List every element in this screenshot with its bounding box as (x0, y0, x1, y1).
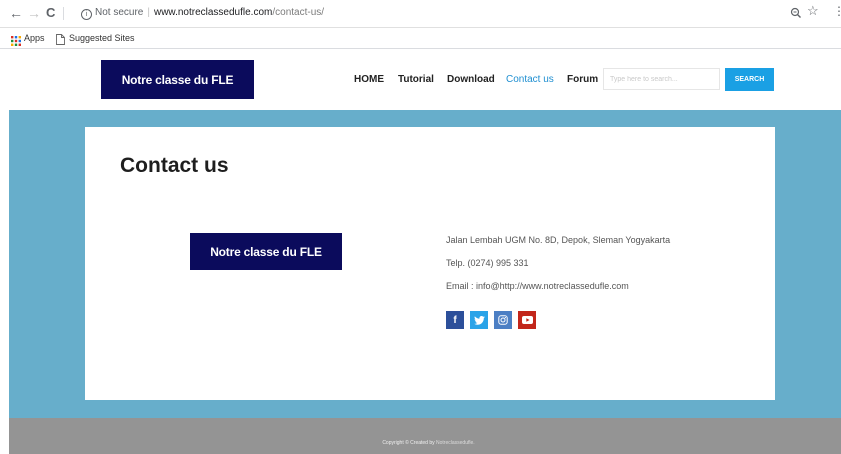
contact-address: Jalan Lembah UGM No. 8D, Depok, Sleman Y… (446, 235, 671, 245)
zoom-icon[interactable] (790, 6, 802, 24)
site-logo[interactable]: Notre classe du FLE (101, 60, 254, 99)
url-path: /contact-us/ (272, 7, 325, 18)
search-button[interactable]: SEARCH (725, 68, 774, 91)
search-input[interactable] (603, 68, 720, 90)
security-label: Not secure (95, 7, 144, 18)
contact-logo-text: Notre classe du FLE (210, 244, 322, 259)
instagram-icon[interactable] (494, 311, 512, 329)
footer-copyright: Copyright © Created by Notreclassedufle. (0, 440, 841, 447)
address-bar[interactable]: i Not secure | www.notreclassedufle.com/con… (81, 6, 324, 20)
bookmark-apps[interactable]: Apps (24, 32, 45, 44)
nav-download[interactable]: Download (447, 73, 495, 87)
facebook-icon[interactable]: f (446, 311, 464, 329)
toolbar-divider (63, 7, 64, 20)
page-title: Contact us (120, 154, 229, 177)
menu-icon[interactable]: ⋮ (833, 4, 841, 18)
contact-logo: Notre classe du FLE (190, 233, 342, 270)
url-domain: www.notreclassedufle.com (153, 7, 273, 18)
nav-home[interactable]: HOME (354, 73, 384, 87)
twitter-icon[interactable] (470, 311, 488, 329)
footer-brand-link[interactable]: Notreclassedufle. (436, 440, 475, 446)
apps-icon[interactable] (11, 33, 21, 51)
nav-tutorial[interactable]: Tutorial (398, 73, 434, 87)
bookmark-suggested-sites[interactable]: Suggested Sites (69, 32, 135, 44)
contact-email[interactable]: Email : info@http://www.notreclassedufle… (446, 280, 629, 292)
nav-forum[interactable]: Forum (567, 73, 598, 87)
forward-button[interactable]: → (27, 5, 41, 21)
reload-button[interactable]: C (46, 5, 55, 21)
contact-phone: Telp. (0274) 995 331 (446, 258, 529, 268)
back-button[interactable]: ← (9, 5, 23, 21)
nav-contact-us[interactable]: Contact us (506, 73, 554, 87)
page-icon (56, 32, 65, 50)
star-icon[interactable]: ☆ (807, 4, 819, 18)
info-icon: i (81, 9, 92, 20)
site-logo-text: Notre classe du FLE (121, 72, 234, 87)
footer (9, 418, 841, 454)
copyright-text: Copyright © Created by (382, 440, 435, 446)
youtube-icon[interactable] (518, 311, 536, 329)
